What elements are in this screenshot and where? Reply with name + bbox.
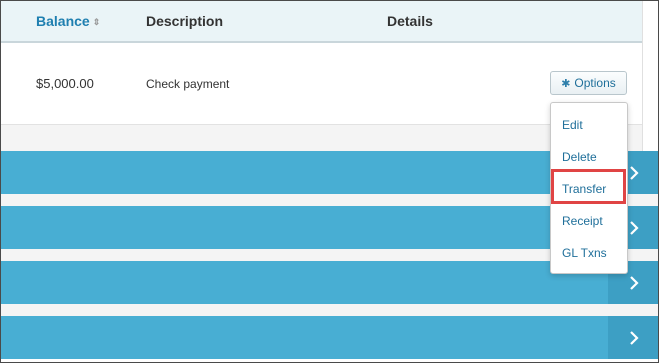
chevron-right-icon <box>630 220 639 235</box>
options-dropdown-menu: Edit Delete Transfer Receipt GL Txns <box>550 102 628 274</box>
section-gap <box>1 125 642 151</box>
options-button-label: Options <box>574 76 616 90</box>
menu-item-gl-txns[interactable]: GL Txns <box>562 246 607 260</box>
menu-item-transfer[interactable]: Transfer <box>562 182 606 196</box>
collapsed-section-bar[interactable] <box>1 316 658 359</box>
gear-icon: ✱ <box>561 77 571 90</box>
row-balance: $5,000.00 <box>36 76 94 91</box>
sort-icon[interactable]: ⇕ <box>93 17 101 27</box>
description-column-header: Description <box>146 13 224 29</box>
table-row: $5,000.00 Check payment ✱ Options <box>1 43 642 125</box>
chevron-right-icon <box>630 165 639 180</box>
table-header: Balance ⇕ Description Details <box>1 1 642 43</box>
menu-item-receipt[interactable]: Receipt <box>562 214 603 228</box>
balance-column-header[interactable]: Balance ⇕ <box>36 13 100 29</box>
right-gutter <box>642 1 658 151</box>
menu-item-edit[interactable]: Edit <box>562 118 583 132</box>
expand-button[interactable] <box>608 316 658 359</box>
window-frame: Balance ⇕ Description Details $5,000.00 C… <box>0 0 659 363</box>
options-button[interactable]: ✱ Options <box>550 71 627 95</box>
section-gap <box>1 304 658 316</box>
menu-item-delete[interactable]: Delete <box>562 150 597 164</box>
balance-header-label: Balance <box>36 13 90 29</box>
chevron-right-icon <box>630 330 639 345</box>
details-column-header: Details <box>387 13 433 29</box>
row-description: Check payment <box>146 77 230 91</box>
chevron-right-icon <box>630 275 639 290</box>
